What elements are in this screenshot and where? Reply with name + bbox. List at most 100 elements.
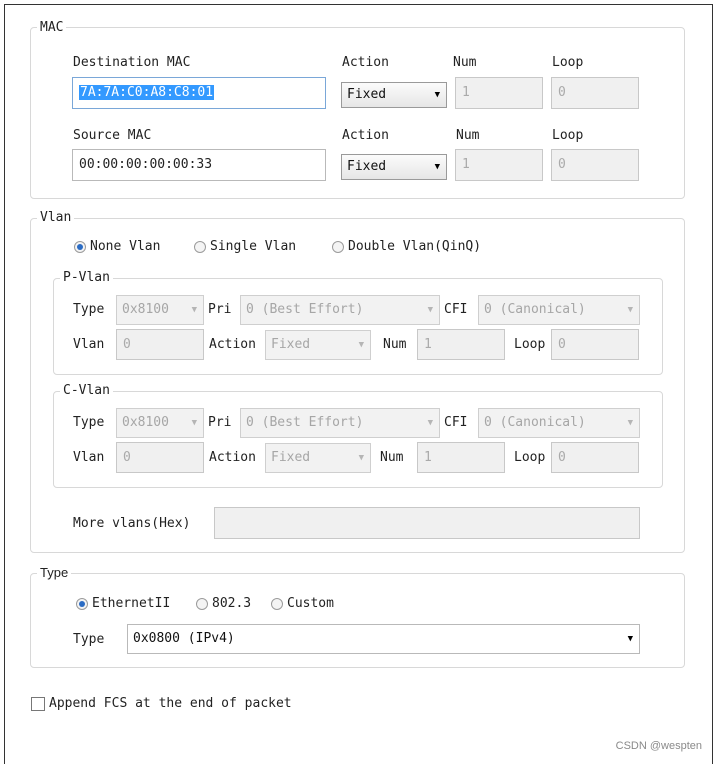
p-vlan-action-label: Action: [209, 337, 256, 352]
chevron-down-icon: ▼: [359, 331, 364, 359]
c-vlan-action-value: Fixed: [271, 450, 310, 465]
c-vlan-action-label: Action: [209, 450, 256, 465]
single-vlan-label: Single Vlan: [210, 239, 296, 254]
vlan-group-title: Vlan: [37, 210, 74, 225]
p-vlan-vlan-input[interactable]: 0: [116, 329, 204, 360]
p-vlan-pri-label: Pri: [208, 302, 231, 317]
more-vlans-label: More vlans(Hex): [73, 516, 190, 531]
chevron-down-icon: ▼: [628, 625, 633, 653]
source-mac-label: Source MAC: [73, 128, 151, 143]
c-vlan-cfi-label: CFI: [444, 415, 467, 430]
p-vlan-num-input[interactable]: 1: [417, 329, 505, 360]
c-vlan-action-select[interactable]: Fixed▼: [265, 443, 371, 473]
c-vlan-vlan-label: Vlan: [73, 450, 104, 465]
p-vlan-title: P-Vlan: [60, 270, 113, 285]
destination-loop-input[interactable]: 0: [551, 77, 639, 109]
more-vlans-input[interactable]: [214, 507, 640, 539]
p-vlan-action-value: Fixed: [271, 337, 310, 352]
source-action-select[interactable]: Fixed ▼: [341, 154, 447, 180]
c-vlan-pri-value: 0 (Best Effort): [246, 415, 363, 430]
c-vlan-type-label: Type: [73, 415, 104, 430]
p-vlan-loop-label: Loop: [514, 337, 545, 352]
p-vlan-vlan-label: Vlan: [73, 337, 104, 352]
c-vlan-cfi-value: 0 (Canonical): [484, 415, 586, 430]
append-fcs-checkbox[interactable]: [31, 697, 45, 711]
destination-action-value: Fixed: [347, 87, 386, 102]
c-vlan-num-input[interactable]: 1: [417, 442, 505, 473]
p-vlan-action-select[interactable]: Fixed ▼: [265, 330, 371, 360]
ethertype-value: 0x0800 (IPv4): [133, 631, 235, 646]
destination-num-input[interactable]: 1: [455, 77, 543, 109]
destination-num-value: 1: [462, 85, 470, 100]
source-action-value: Fixed: [347, 159, 386, 174]
none-vlan-radio[interactable]: [74, 241, 86, 253]
source-mac-value: 00:00:00:00:00:33: [79, 157, 212, 172]
append-fcs-label: Append FCS at the end of packet: [49, 696, 292, 711]
c-vlan-pri-label: Pri: [208, 415, 231, 430]
source-num-input[interactable]: 1: [455, 149, 543, 181]
p-vlan-loop-input[interactable]: 0: [551, 329, 639, 360]
source-loop-input[interactable]: 0: [551, 149, 639, 181]
single-vlan-radio[interactable]: [194, 241, 206, 253]
c-vlan-type-value: 0x8100: [122, 415, 169, 430]
ethertype-label: Type: [73, 632, 104, 647]
custom-label: Custom: [287, 596, 334, 611]
p-vlan-cfi-label: CFI: [444, 302, 467, 317]
chevron-down-icon: ▼: [192, 296, 197, 324]
ethernet2-radio[interactable]: [76, 598, 88, 610]
p-vlan-type-value: 0x8100: [122, 302, 169, 317]
c-vlan-num-label: Num: [380, 450, 403, 465]
chevron-down-icon: ▼: [435, 83, 440, 107]
c-vlan-loop-value: 0: [558, 450, 566, 465]
p-vlan-vlan-value: 0: [123, 337, 131, 352]
destination-action-label: Action: [342, 55, 389, 70]
p-vlan-num-label: Num: [383, 337, 406, 352]
chevron-down-icon: ▼: [628, 296, 633, 324]
destination-loop-value: 0: [558, 85, 566, 100]
8023-label: 802.3: [212, 596, 251, 611]
chevron-down-icon: ▼: [428, 296, 433, 324]
c-vlan-loop-label: Loop: [514, 450, 545, 465]
destination-loop-label: Loop: [552, 55, 583, 70]
c-vlan-vlan-value: 0: [123, 450, 131, 465]
chevron-down-icon: ▼: [192, 409, 197, 437]
c-vlan-pri-select[interactable]: 0 (Best Effort) ▼: [240, 408, 440, 438]
none-vlan-label: None Vlan: [90, 239, 160, 254]
source-loop-value: 0: [558, 157, 566, 172]
ethertype-select[interactable]: 0x0800 (IPv4) ▼: [127, 624, 640, 654]
mac-group-title: MAC: [37, 20, 66, 35]
vlan-group: [30, 218, 685, 553]
c-vlan-type-select[interactable]: 0x8100 ▼: [116, 408, 204, 438]
custom-radio[interactable]: [271, 598, 283, 610]
c-vlan-title: C-Vlan: [60, 383, 113, 398]
double-vlan-label: Double Vlan(QinQ): [348, 239, 481, 254]
p-vlan-pri-select[interactable]: 0 (Best Effort)▼: [240, 295, 440, 325]
p-vlan-loop-value: 0: [558, 337, 566, 352]
p-vlan-type-select[interactable]: 0x8100 ▼: [116, 295, 204, 325]
destination-mac-input[interactable]: 7A:7A:C0:A8:C8:01: [72, 77, 326, 109]
destination-num-label: Num: [453, 55, 476, 70]
destination-mac-label: Destination MAC: [73, 55, 190, 70]
p-vlan-type-label: Type: [73, 302, 104, 317]
double-vlan-radio[interactable]: [332, 241, 344, 253]
destination-action-select[interactable]: Fixed ▼: [341, 82, 447, 108]
p-vlan-cfi-value: 0 (Canonical): [484, 302, 586, 317]
p-vlan-cfi-select[interactable]: 0 (Canonical) ▼: [478, 295, 640, 325]
source-action-label: Action: [342, 128, 389, 143]
source-loop-label: Loop: [552, 128, 583, 143]
chevron-down-icon: ▼: [435, 155, 440, 179]
watermark: CSDN @wespten: [616, 740, 702, 752]
c-vlan-loop-input[interactable]: 0: [551, 442, 639, 473]
8023-radio[interactable]: [196, 598, 208, 610]
p-vlan-num-value: 1: [424, 337, 432, 352]
source-num-value: 1: [462, 157, 470, 172]
chevron-down-icon: ▼: [628, 409, 633, 437]
chevron-down-icon: ▼: [428, 409, 433, 437]
source-mac-input[interactable]: 00:00:00:00:00:33: [72, 149, 326, 181]
source-num-label: Num: [456, 128, 479, 143]
c-vlan-num-value: 1: [424, 450, 432, 465]
c-vlan-cfi-select[interactable]: 0 (Canonical) ▼: [478, 408, 640, 438]
destination-mac-value: 7A:7A:C0:A8:C8:01: [79, 85, 214, 100]
c-vlan-group: [53, 391, 663, 488]
c-vlan-vlan-input[interactable]: 0: [116, 442, 204, 473]
